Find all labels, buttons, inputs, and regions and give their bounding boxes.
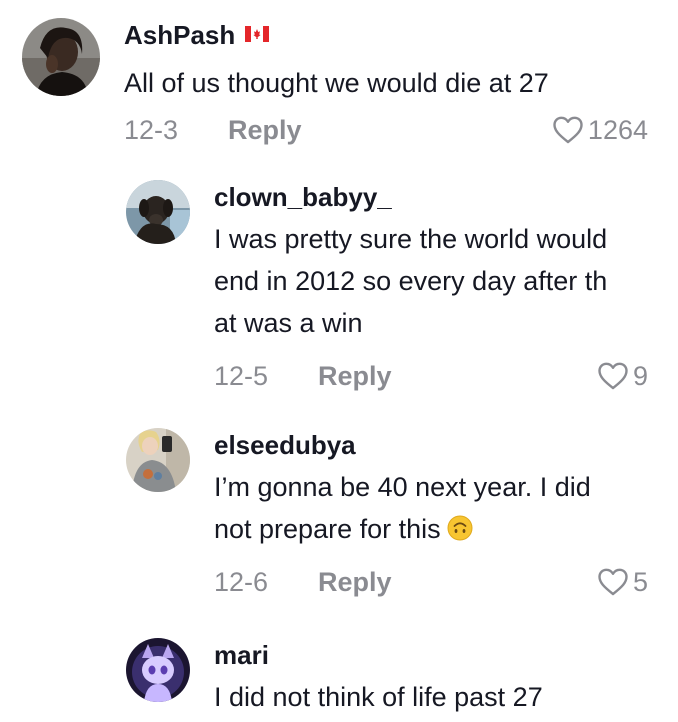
reply-text: I did not think of life past 27 — [214, 682, 543, 712]
like-button[interactable]: 9 — [597, 356, 648, 396]
comment-ashpash: AshPash All of us thought we would die a… — [22, 18, 648, 150]
anime-cat-avatar — [126, 638, 190, 702]
comment-date: 12-3 — [124, 115, 179, 145]
comment-body: AshPash All of us thought we would die a… — [124, 18, 648, 150]
reply-button[interactable]: Reply — [228, 110, 302, 150]
heart-icon — [598, 362, 628, 390]
reply-text-line-with-emoji: not prepare for this — [214, 508, 648, 550]
reply-text-line: I was pretty sure the world would — [214, 224, 608, 254]
reply-text: I’m gonna be 40 next year. I did not pre… — [214, 466, 648, 550]
heart-icon — [553, 116, 583, 144]
reply-username[interactable]: mari — [214, 638, 648, 672]
like-count: 9 — [632, 361, 648, 391]
reply-button[interactable]: Reply — [318, 562, 392, 602]
comment-meta: 12-3 Reply 1264 — [124, 110, 648, 150]
reply-body: clown_babyy_ I was pretty sure the world… — [214, 180, 648, 396]
canada-flag-icon — [245, 26, 270, 42]
dog-avatar-photo — [126, 180, 190, 244]
reply-username[interactable]: elseedubya — [214, 428, 648, 462]
avatar[interactable] — [126, 638, 190, 702]
avatar[interactable] — [22, 18, 100, 96]
avatar[interactable] — [126, 428, 190, 492]
reply-text: I was pretty sure the world would end in… — [214, 218, 648, 344]
like-button[interactable]: 1264 — [552, 110, 648, 150]
like-count: 5 — [632, 567, 648, 597]
reply-text-line: not prepare for this — [214, 514, 441, 544]
like-button[interactable]: 5 — [597, 562, 648, 602]
reply-body: mari I did not think of life past 27 — [214, 638, 648, 718]
mirror-selfie-avatar-photo — [126, 428, 190, 492]
reply-body: elseedubya I’m gonna be 40 next year. I … — [214, 428, 648, 602]
reply-clown-babyy: clown_babyy_ I was pretty sure the world… — [126, 180, 648, 396]
reply-mari: mari I did not think of life past 27 — [126, 638, 648, 718]
comment-text: All of us thought we would die at 27 — [124, 68, 549, 98]
reply-text-line: end in 2012 so every day after th — [214, 266, 608, 296]
comment-username[interactable]: AshPash — [124, 18, 648, 52]
reply-date: 12-5 — [214, 361, 269, 391]
upside-down-face-emoji-icon — [447, 515, 473, 541]
avatar[interactable] — [126, 180, 190, 244]
user-avatar-photo — [22, 18, 100, 96]
reply-text-line: at was a win — [214, 308, 363, 338]
username-label[interactable]: AshPash — [124, 18, 235, 52]
reply-meta: 12-6 Reply 5 — [214, 562, 648, 602]
reply-elseedubya: elseedubya I’m gonna be 40 next year. I … — [126, 428, 648, 602]
reply-text-line: I’m gonna be 40 next year. I did — [214, 472, 591, 502]
like-count: 1264 — [587, 115, 648, 145]
heart-icon — [598, 568, 628, 596]
reply-button[interactable]: Reply — [318, 356, 392, 396]
reply-meta: 12-5 Reply 9 — [214, 356, 648, 396]
reply-date: 12-6 — [214, 567, 269, 597]
reply-username[interactable]: clown_babyy_ — [214, 180, 648, 214]
